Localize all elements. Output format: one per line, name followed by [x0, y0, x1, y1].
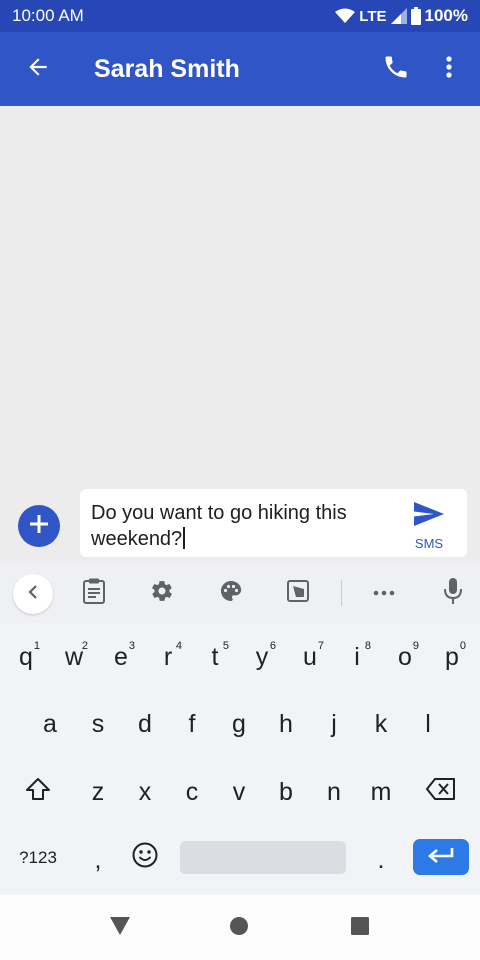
spacebar[interactable]: [180, 841, 346, 874]
nav-recents-button[interactable]: [345, 913, 375, 943]
nav-back-button[interactable]: [105, 913, 135, 943]
square-recents-icon: [350, 916, 370, 941]
key-x[interactable]: x: [121, 766, 169, 818]
key-q[interactable]: q1: [2, 631, 50, 683]
key-b[interactable]: b: [262, 766, 310, 818]
status-icons: LTE 100%: [335, 6, 468, 26]
key-a[interactable]: a: [26, 698, 74, 750]
message-text: Do you want to go hiking this weekend?: [91, 502, 347, 550]
navigation-bar: [0, 895, 480, 960]
collapse-toolbar-button[interactable]: [13, 574, 53, 614]
status-bar: 10:00 AM LTE 100%: [0, 0, 480, 32]
key-o[interactable]: o9: [381, 631, 429, 683]
keyboard: q1 w2 e3 r4 t5 y6 u7 i8 o9 p0 a s d f g …: [0, 623, 480, 895]
comma-key[interactable]: ,: [74, 835, 122, 885]
key-y[interactable]: y6: [238, 631, 286, 683]
key-v[interactable]: v: [215, 766, 263, 818]
emoji-icon: [132, 842, 158, 875]
message-input[interactable]: Do you want to go hiking this weekend? S…: [80, 489, 467, 557]
battery-icon: [410, 7, 421, 25]
key-p[interactable]: p0: [428, 631, 476, 683]
app-bar: Sarah Smith: [0, 32, 480, 106]
key-h[interactable]: h: [262, 698, 310, 750]
key-r[interactable]: r4: [144, 631, 192, 683]
key-n[interactable]: n: [310, 766, 358, 818]
send-icon: [413, 501, 445, 532]
chevron-left-icon: [26, 584, 40, 604]
nav-home-button[interactable]: [224, 913, 254, 943]
arrow-back-icon: [25, 54, 51, 85]
key-k[interactable]: k: [357, 698, 405, 750]
microphone-icon: [443, 577, 463, 609]
toolbar-divider: [341, 580, 342, 606]
resize-icon: [286, 579, 310, 608]
key-w[interactable]: w2: [50, 631, 98, 683]
signal-icon: [390, 8, 407, 24]
key-u[interactable]: u7: [286, 631, 334, 683]
plus-icon: [28, 513, 50, 540]
key-g[interactable]: g: [215, 698, 263, 750]
theme-button[interactable]: [217, 579, 245, 607]
text-cursor: [183, 527, 186, 549]
backspace-key[interactable]: [416, 766, 466, 818]
more-tools-button[interactable]: [370, 579, 398, 607]
battery-percent: 100%: [424, 6, 468, 25]
enter-key[interactable]: [413, 839, 469, 875]
shift-key[interactable]: [14, 766, 62, 818]
settings-button[interactable]: [148, 579, 176, 607]
more-options-button[interactable]: [424, 32, 474, 106]
key-m[interactable]: m: [357, 766, 405, 818]
key-t[interactable]: t5: [191, 631, 239, 683]
key-z[interactable]: z: [74, 766, 122, 818]
attach-button[interactable]: [18, 505, 60, 547]
key-e[interactable]: e3: [97, 631, 145, 683]
palette-icon: [219, 579, 243, 608]
send-button[interactable]: SMS: [402, 501, 456, 551]
status-time: 10:00 AM: [12, 6, 84, 25]
gear-icon: [150, 579, 174, 608]
key-d[interactable]: d: [121, 698, 169, 750]
key-c[interactable]: c: [168, 766, 216, 818]
contact-name: Sarah Smith: [94, 54, 240, 83]
clipboard-button[interactable]: [80, 578, 108, 609]
key-f[interactable]: f: [168, 698, 216, 750]
backspace-icon: [426, 777, 456, 807]
key-i[interactable]: i8: [333, 631, 381, 683]
key-s[interactable]: s: [74, 698, 122, 750]
more-horiz-icon: [372, 584, 396, 602]
enter-icon: [427, 846, 455, 869]
symbols-key[interactable]: ?123: [8, 833, 68, 883]
key-j[interactable]: j: [310, 698, 358, 750]
call-button[interactable]: [368, 32, 424, 106]
emoji-key[interactable]: [121, 833, 169, 883]
period-key[interactable]: .: [357, 835, 405, 885]
network-type: LTE: [359, 7, 387, 25]
key-l[interactable]: l: [404, 698, 452, 750]
circle-home-icon: [229, 916, 249, 941]
wifi-icon: [335, 8, 356, 24]
keyboard-toolbar: [0, 563, 480, 623]
shift-icon: [25, 777, 51, 808]
phone-icon: [382, 53, 410, 86]
back-button[interactable]: [0, 32, 76, 106]
resize-button[interactable]: [284, 579, 312, 607]
voice-input-button[interactable]: [439, 577, 467, 609]
triangle-back-icon: [109, 916, 131, 941]
send-mode-label: SMS: [414, 536, 444, 551]
clipboard-icon: [82, 578, 106, 609]
more-vert-icon: [445, 55, 453, 84]
